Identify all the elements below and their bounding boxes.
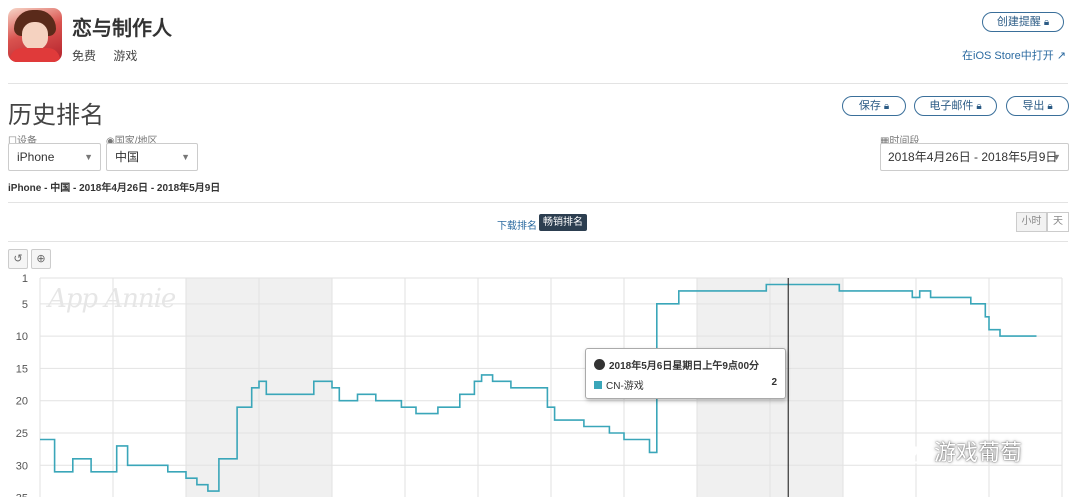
zoom-button[interactable]: ⊕ <box>31 249 51 269</box>
divider <box>8 202 1068 203</box>
y-tick-label: 25 <box>16 428 28 440</box>
chart-tooltip: 2018年5月6日星期日上午9点00分 CN-游戏 2 <box>585 348 786 399</box>
tooltip-value: 2 <box>771 377 777 388</box>
divider <box>8 241 1068 242</box>
export-button[interactable]: 导出 🔒︎ <box>1006 96 1069 116</box>
lock-icon: 🔒︎ <box>1043 17 1050 28</box>
y-tick-label: 30 <box>16 460 28 472</box>
tag-price[interactable]: 免费 <box>72 49 96 63</box>
chevron-down-icon: ▼ <box>1052 152 1061 162</box>
y-tick-label: 20 <box>16 396 28 408</box>
zoom-icon: ⊕ <box>36 253 46 265</box>
device-value: iPhone <box>17 150 55 164</box>
undo-icon: ↺ <box>13 253 23 265</box>
country-value: 中国 <box>115 150 140 164</box>
app-title: 恋与制作人 <box>72 18 172 40</box>
device-select[interactable]: iPhone ▼ <box>8 143 101 171</box>
tag-category[interactable]: 游戏 <box>113 49 137 63</box>
watermark: App Annie <box>48 284 176 314</box>
granularity-day-button[interactable]: 天 <box>1047 212 1069 232</box>
y-tick-label: 1 <box>22 273 28 285</box>
wechat-watermark: 游戏葡萄 <box>890 435 1022 467</box>
period-value: 2018年4月26日 - 2018年5月9日 <box>888 150 1058 164</box>
export-label: 导出 <box>1022 100 1045 112</box>
series-swatch <box>594 381 602 389</box>
save-button[interactable]: 保存 🔒︎ <box>842 96 906 116</box>
country-select[interactable]: 中国 ▼ <box>106 143 198 171</box>
app-icon <box>8 8 62 62</box>
app-tags: 免费 游戏 <box>72 47 151 64</box>
create-alert-label: 创建提醒 <box>996 16 1041 28</box>
lock-icon: 🔒︎ <box>1047 101 1053 112</box>
y-tick-label: 35 <box>16 493 28 497</box>
tab-download-rank[interactable]: 下载排名 <box>497 217 537 232</box>
granularity-hour-button[interactable]: 小时 <box>1016 212 1047 232</box>
divider <box>8 83 1068 84</box>
email-label: 电子邮件 <box>929 100 974 112</box>
chevron-down-icon: ▼ <box>84 152 93 162</box>
external-link-icon: ↗ <box>1056 50 1066 62</box>
create-alert-button[interactable]: 创建提醒 🔒︎ <box>982 12 1064 32</box>
lock-icon: 🔒︎ <box>883 101 890 112</box>
y-tick-label: 5 <box>22 299 28 311</box>
wechat-icon <box>891 441 926 464</box>
tooltip-title: 2018年5月6日星期日上午9点00分 <box>594 357 759 372</box>
period-select[interactable]: 2018年4月26日 - 2018年5月9日 ▼ <box>880 143 1069 171</box>
chevron-down-icon: ▼ <box>181 152 190 162</box>
reset-zoom-button[interactable]: ↺ <box>8 249 28 269</box>
y-tick-label: 15 <box>16 363 28 375</box>
tooltip-series: CN-游戏 <box>594 377 644 392</box>
y-tick-label: 10 <box>16 331 28 343</box>
open-in-store-link[interactable]: 在iOS Store中打开 ↗ <box>962 47 1066 63</box>
open-in-store-label: 在iOS Store中打开 <box>962 50 1054 62</box>
chart-subtitle: iPhone - 中国 - 2018年4月26日 - 2018年5月9日 <box>8 183 221 194</box>
page-title: 历史排名 <box>8 102 104 129</box>
globe-icon <box>594 359 605 370</box>
tab-grossing-rank[interactable]: 畅销排名 <box>539 214 587 231</box>
save-label: 保存 <box>858 100 881 112</box>
email-button[interactable]: 电子邮件 🔒︎ <box>914 96 997 116</box>
lock-icon: 🔒︎ <box>976 101 982 112</box>
